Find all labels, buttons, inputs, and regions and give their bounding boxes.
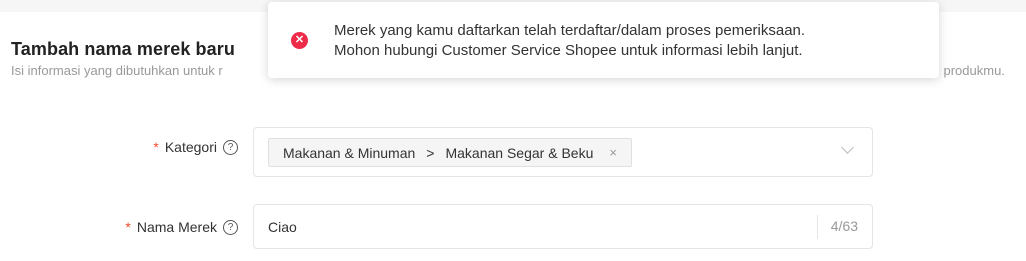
character-counter: 4/63	[830, 218, 858, 234]
kategori-label: * Kategori ?	[153, 139, 238, 155]
kategori-tag-level1: Makanan & Minuman	[283, 144, 416, 161]
page-description: Isi informasi yang dibutuhkan untuk r	[11, 63, 223, 78]
tag-remove-icon[interactable]: ×	[609, 145, 617, 160]
required-mark: *	[153, 139, 159, 155]
nama-merek-label: * Nama Merek ?	[125, 219, 238, 235]
kategori-tag-level2: Makanan Segar & Beku	[445, 144, 594, 161]
kategori-tag-separator: >	[426, 144, 435, 161]
kategori-label-text: Kategori	[164, 139, 217, 155]
toast-message-line2: Mohon hubungi Customer Service Shopee un…	[334, 42, 803, 59]
help-icon[interactable]: ?	[223, 219, 238, 235]
error-toast: ✕ Merek yang kamu daftarkan telah terdaf…	[268, 2, 939, 78]
required-mark: *	[125, 219, 131, 235]
nama-merek-input[interactable]	[268, 217, 788, 237]
help-icon[interactable]: ?	[223, 139, 238, 155]
page-title: Tambah nama merek baru	[11, 39, 235, 59]
kategori-tag: Makanan & Minuman > Makanan Segar & Beku…	[268, 138, 632, 167]
nama-merek-label-text: Nama Merek	[136, 219, 217, 235]
kategori-select[interactable]: Makanan & Minuman > Makanan Segar & Beku…	[253, 127, 873, 177]
error-circle-icon: ✕	[291, 32, 308, 49]
page-description-end: i produkmu.	[937, 63, 1005, 78]
toast-message-line1: Merek yang kamu daftarkan telah terdafta…	[334, 22, 806, 39]
nama-merek-field[interactable]: 4/63	[253, 204, 873, 249]
chevron-down-icon[interactable]	[841, 141, 854, 154]
counter-divider	[817, 215, 818, 239]
